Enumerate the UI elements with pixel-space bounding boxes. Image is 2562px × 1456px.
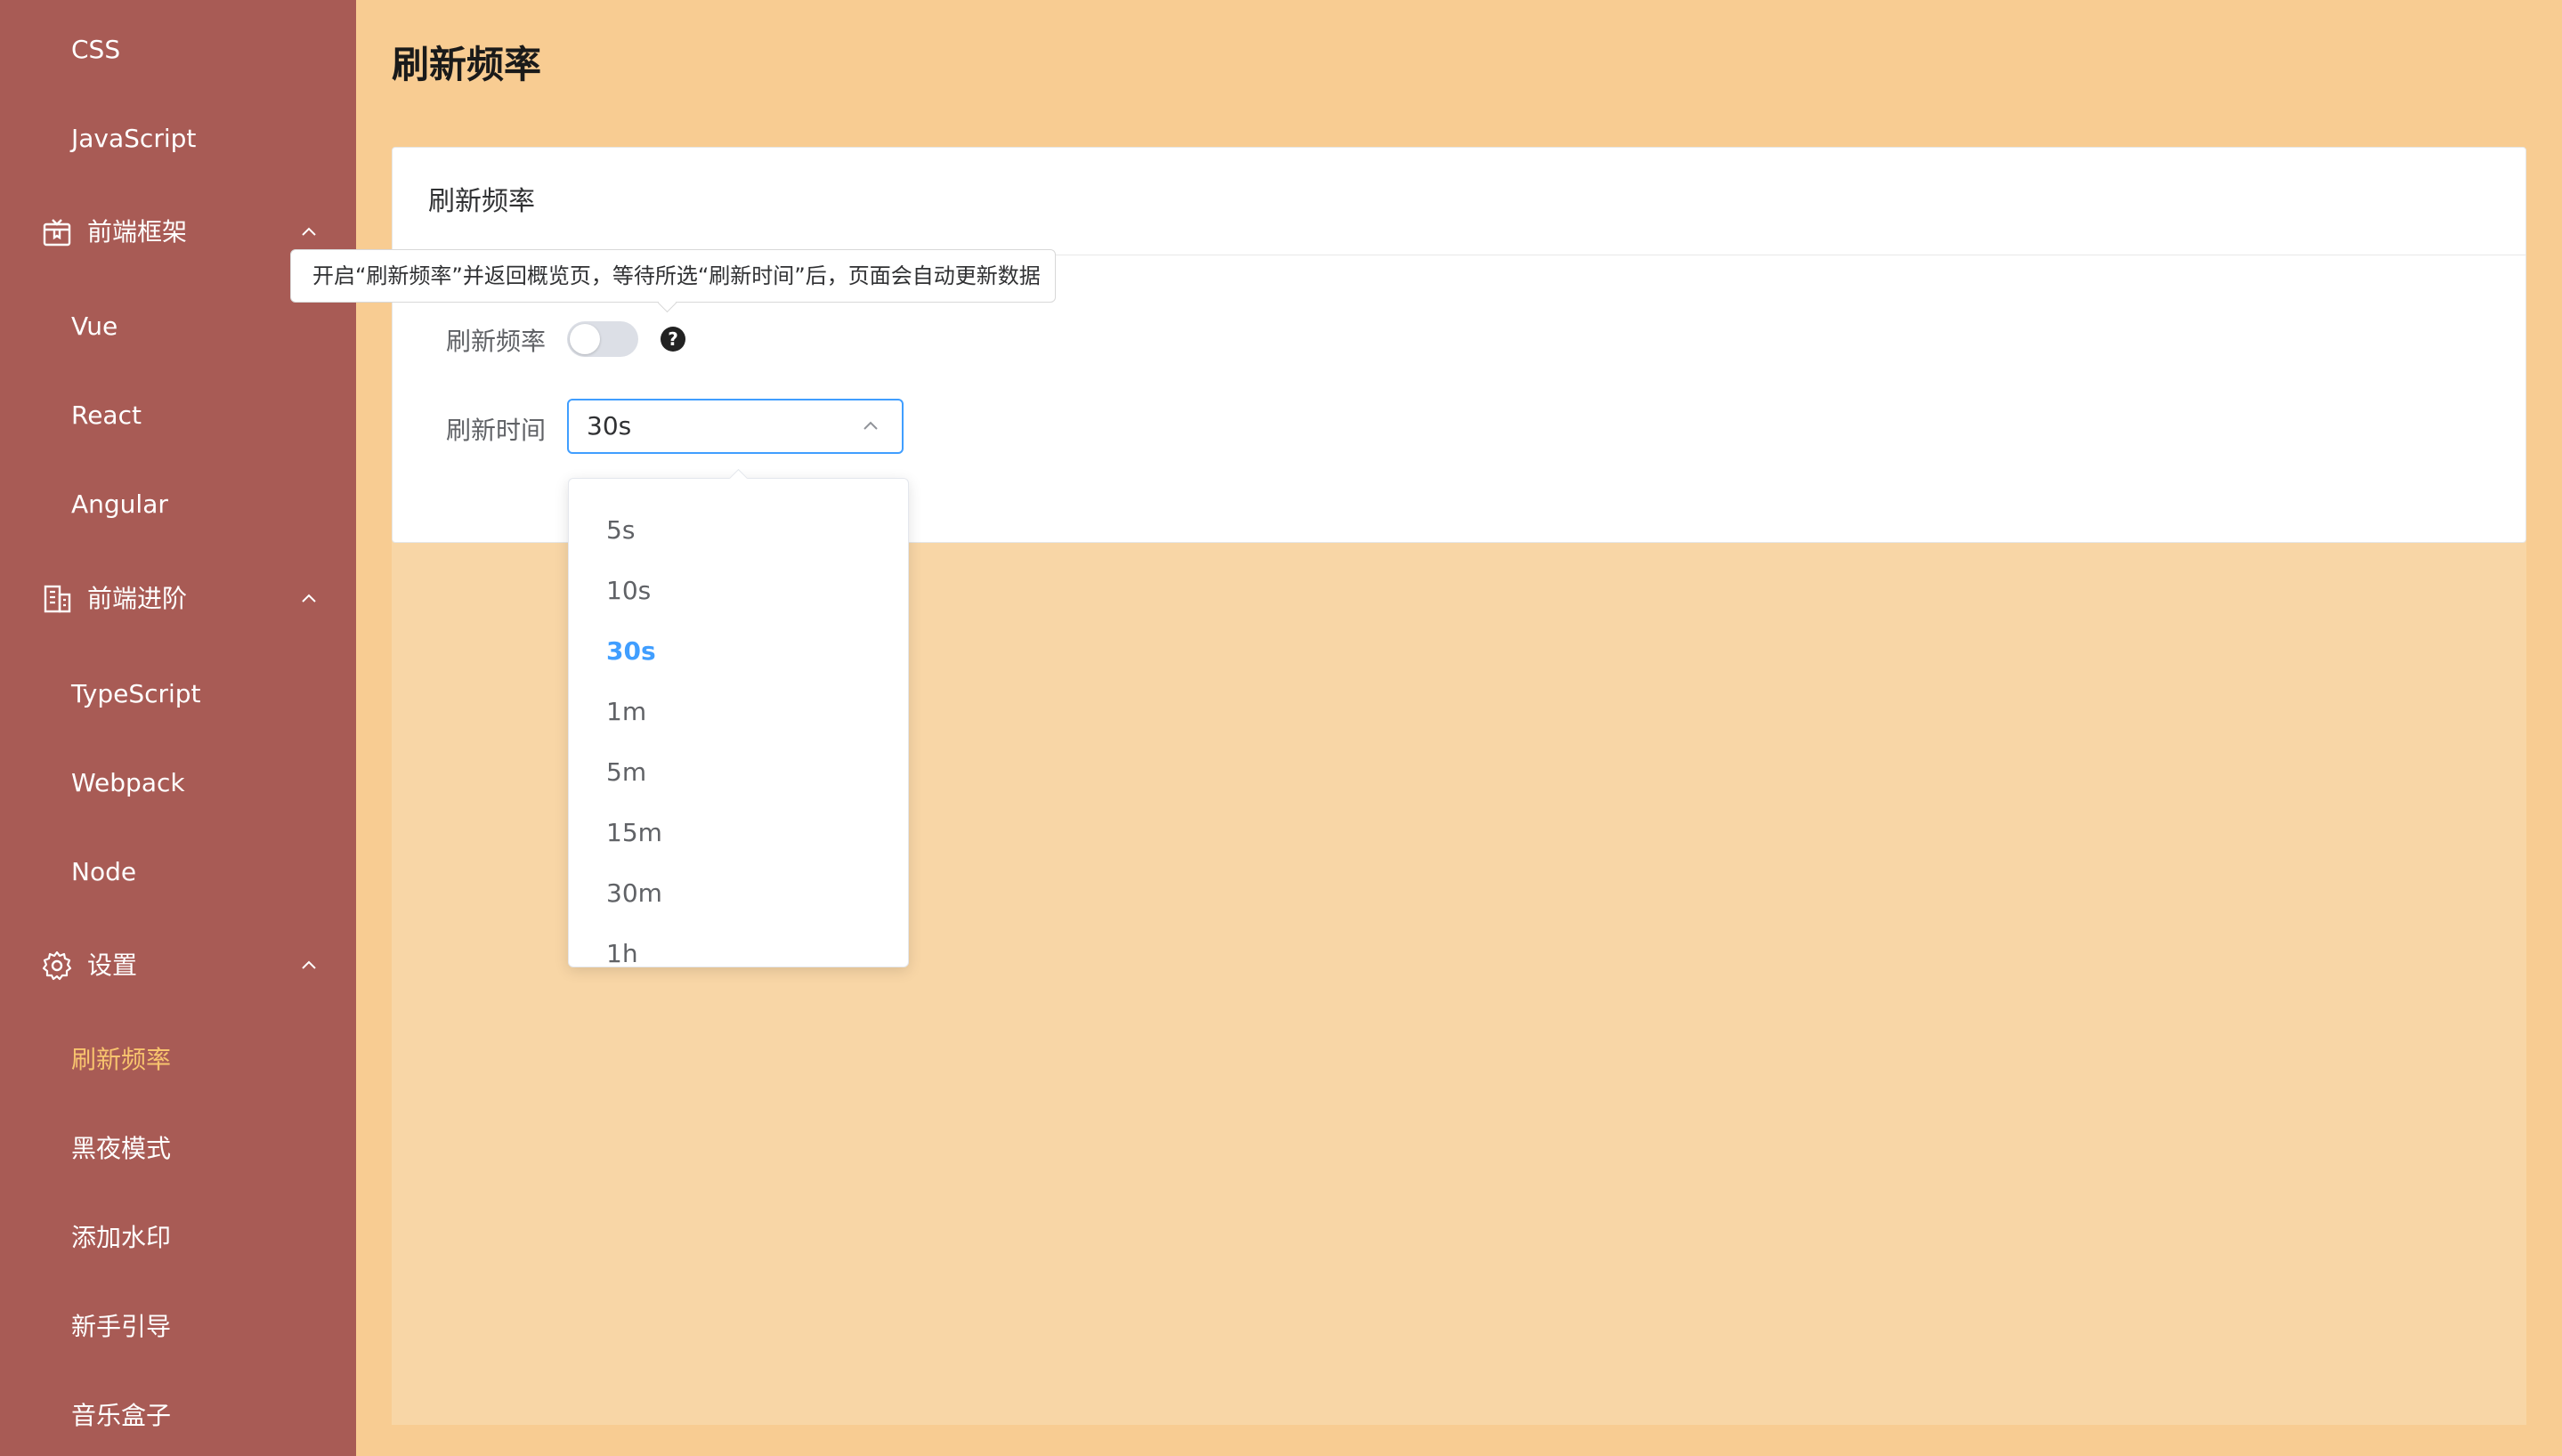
dropdown-option[interactable]: 5m [569, 742, 908, 803]
dropdown-option[interactable]: 5s [569, 500, 908, 561]
sidebar: CSS JavaScript 前端框架 Vue React Angular 前端… [0, 0, 356, 1456]
sidebar-item-refresh-rate[interactable]: 刷新频率 [71, 1033, 171, 1087]
dropdown-option[interactable]: 10s [569, 561, 908, 621]
dropdown-option[interactable]: 30m [569, 863, 908, 924]
sidebar-group-label: 前端框架 [87, 217, 188, 247]
refresh-rate-switch[interactable] [567, 321, 638, 357]
help-tooltip: 开启“刷新频率”并返回概览页，等待所选“刷新时间”后，页面会自动更新数据 [290, 249, 1056, 303]
refresh-time-label: 刷新时间 [446, 416, 547, 445]
chevron-up-icon [302, 594, 316, 603]
refresh-rate-label: 刷新频率 [446, 327, 547, 356]
sidebar-item-node[interactable]: Node [71, 845, 136, 899]
sidebar-item-dark-mode[interactable]: 黑夜模式 [71, 1122, 171, 1176]
card-title: 刷新频率 [428, 186, 535, 217]
sidebar-group-label: 设置 [87, 950, 138, 980]
sidebar-item-javascript[interactable]: JavaScript [71, 112, 196, 166]
sidebar-item-angular[interactable]: Angular [71, 478, 168, 531]
sidebar-group-settings[interactable]: 设置 [0, 934, 356, 997]
gear-icon [42, 950, 72, 981]
question-icon[interactable]: ? [661, 327, 685, 352]
card-header: 刷新频率 [393, 148, 2526, 255]
switch-knob [570, 324, 600, 354]
dropdown-option[interactable]: 15m [569, 803, 908, 863]
dropdown-option[interactable]: 1h [569, 924, 908, 967]
dropdown-option[interactable]: 1m [569, 682, 908, 742]
refresh-time-dropdown: 5s 10s 30s 1m 5m 15m 30m 1h [568, 478, 909, 967]
sidebar-item-music-box[interactable]: 音乐盒子 [71, 1389, 171, 1443]
sidebar-item-webpack[interactable]: Webpack [71, 756, 185, 810]
sidebar-group-advanced[interactable]: 前端进阶 [0, 568, 356, 630]
building-icon [44, 585, 71, 613]
chevron-up-icon [863, 421, 878, 430]
chevron-up-icon [302, 960, 316, 969]
sidebar-item-css[interactable]: CSS [71, 23, 120, 77]
dropdown-option[interactable]: 30s [569, 621, 908, 682]
sidebar-item-vue[interactable]: Vue [71, 300, 118, 353]
sidebar-item-react[interactable]: React [71, 389, 142, 442]
refresh-time-select[interactable]: 30s [567, 399, 904, 454]
sidebar-group-label: 前端进阶 [87, 584, 188, 613]
select-value: 30s [587, 411, 632, 441]
sidebar-item-guide[interactable]: 新手引导 [71, 1300, 171, 1354]
chevron-up-icon [302, 227, 316, 236]
dropdown-list: 5s 10s 30s 1m 5m 15m 30m 1h [569, 500, 908, 967]
page-title: 刷新频率 [392, 43, 542, 86]
sidebar-item-typescript[interactable]: TypeScript [71, 667, 201, 721]
sidebar-item-watermark[interactable]: 添加水印 [71, 1211, 171, 1265]
box-icon [43, 219, 71, 247]
